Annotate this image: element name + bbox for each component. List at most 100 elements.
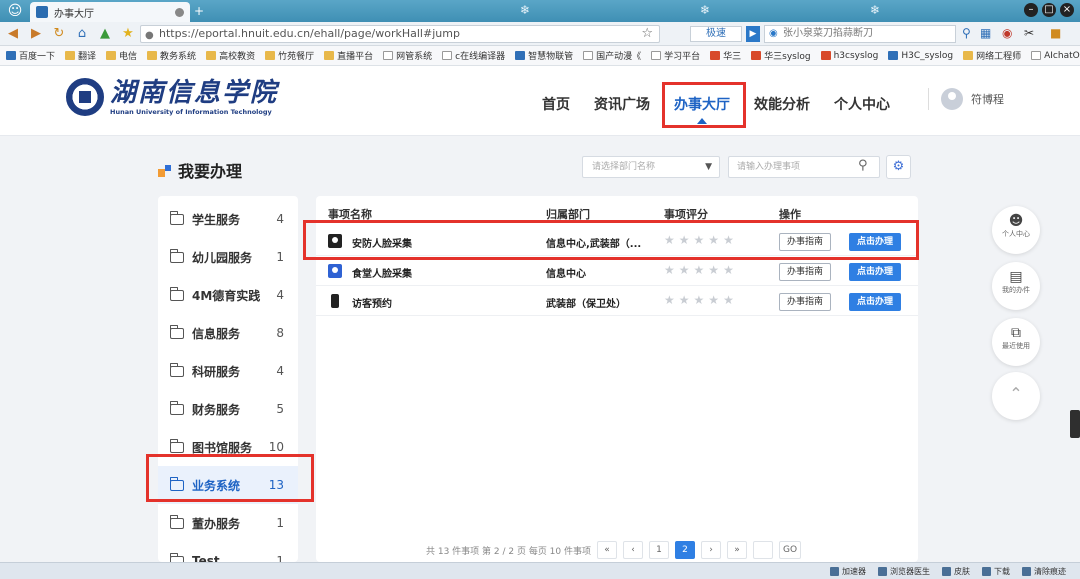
bookmark-item[interactable]: 竹苑餐厅	[265, 49, 314, 62]
rail-personal-center[interactable]: ☻ 个人中心	[992, 206, 1040, 254]
bookmark-item[interactable]: 华三syslog	[751, 49, 811, 62]
bookmark-item[interactable]: 网管系统	[383, 49, 432, 62]
home-icon[interactable]: ⌂	[73, 25, 91, 43]
bookmark-item[interactable]: 翻译	[65, 49, 96, 62]
rail-recent[interactable]: ⧉ 最近使用	[992, 318, 1040, 366]
folder-icon	[170, 438, 184, 453]
nav-personal-center[interactable]: 个人中心	[822, 88, 902, 120]
address-input[interactable]: ● https://eportal.hnuit.edu.cn/ehall/pag…	[140, 25, 660, 43]
user-profile[interactable]: 符博程	[928, 88, 1004, 110]
star-icon[interactable]: ★	[119, 25, 137, 43]
page-2-button[interactable]: 2	[675, 541, 695, 559]
search-icon[interactable]: ⚲	[858, 159, 872, 173]
status-item[interactable]: 清除痕迹	[1022, 566, 1066, 577]
sidebar-item[interactable]: 学生服务 4	[158, 200, 298, 238]
bookmark-item[interactable]: 教务系统	[147, 49, 196, 62]
matter-department: 信息中心	[546, 269, 586, 280]
sidebar-item[interactable]: Test 1	[158, 542, 298, 562]
bookmark-item[interactable]: 国产动漫《	[583, 49, 641, 62]
sidebar-item[interactable]: 财务服务 5	[158, 390, 298, 428]
back-icon[interactable]: ◀	[4, 25, 22, 43]
search-icon[interactable]: ⚲	[962, 26, 971, 40]
bookmark-item[interactable]: h3csyslog	[820, 50, 879, 61]
chevron-down-icon: ▼	[705, 162, 712, 172]
status-item[interactable]: 加速器	[830, 566, 866, 577]
filter-icon[interactable]: ⚙	[886, 155, 911, 179]
bookmark-folder-icon	[583, 51, 594, 60]
user-account-icon[interactable]: ☺	[6, 2, 24, 20]
close-window-icon[interactable]: ×	[1060, 3, 1074, 17]
status-item[interactable]: 下载	[982, 566, 1010, 577]
new-tab-icon[interactable]: +	[194, 4, 204, 18]
close-tab-icon[interactable]	[175, 7, 184, 17]
forward-icon[interactable]: ▶	[27, 25, 45, 43]
rating-star-icon: ★	[723, 293, 738, 307]
bookmark-item[interactable]: 学习平台	[651, 49, 700, 62]
prev-page-button[interactable]: ‹	[623, 541, 643, 559]
apps-grid-icon[interactable]: ▦	[980, 26, 991, 40]
minimize-icon[interactable]: –	[1024, 3, 1038, 17]
page-jump-input[interactable]	[753, 541, 773, 559]
bookmark-item[interactable]: AIchatOS	[1031, 51, 1080, 61]
scissors-icon[interactable]: ✂	[1024, 26, 1034, 40]
extension-icon[interactable]: ■	[1050, 26, 1061, 40]
sidebar-item[interactable]: 幼儿园服务 1	[158, 238, 298, 276]
sidebar-item[interactable]: 科研服务 4	[158, 352, 298, 390]
status-item[interactable]: 浏览器医生	[878, 566, 930, 577]
bookmark-item[interactable]: 百度一下	[6, 49, 55, 62]
tree-icon[interactable]: ▲	[96, 25, 114, 43]
page-1-button[interactable]: 1	[649, 541, 669, 559]
sidebar-item-label: 幼儿园服务	[192, 250, 253, 265]
maximize-icon[interactable]: □	[1042, 3, 1056, 17]
sidebar-item[interactable]: 4M德育实践 4	[158, 276, 298, 314]
rating-star-icon: ★	[678, 263, 694, 277]
refresh-icon[interactable]: ↻	[50, 25, 68, 43]
bookmark-folder-icon	[751, 51, 762, 60]
status-item[interactable]: 皮肤	[942, 566, 970, 577]
handle-button[interactable]: 点击办理	[849, 263, 901, 281]
bookmark-item[interactable]: 电信	[106, 49, 137, 62]
last-page-button[interactable]: »	[727, 541, 747, 559]
matter-search-input[interactable]: 请输入办理事项 ⚲	[728, 156, 880, 178]
go-button[interactable]: GO	[779, 541, 801, 559]
back-to-top-button[interactable]: ⌃	[992, 372, 1040, 420]
school-seal-icon	[66, 78, 104, 116]
next-page-button[interactable]: ›	[701, 541, 721, 559]
bookmark-item[interactable]: 网络工程师	[963, 49, 1021, 62]
matter-name[interactable]: 访客预约	[352, 295, 392, 310]
school-logo[interactable]: 湖南信息学院 Hunan University of Information T…	[66, 78, 278, 116]
nav-news[interactable]: 资讯广场	[582, 88, 662, 120]
browser-tab[interactable]: 办事大厅	[30, 2, 190, 22]
handle-button[interactable]: 点击办理	[849, 293, 901, 311]
bookmark-item[interactable]: 高校教资	[206, 49, 255, 62]
bookmark-star-icon[interactable]: ☆	[641, 26, 653, 42]
gamepad-icon[interactable]: ◉	[1002, 26, 1012, 40]
bookmark-item[interactable]: c在线编译器	[442, 49, 505, 62]
bookmark-folder-icon	[442, 51, 453, 60]
bookmark-label: 高校教资	[219, 52, 256, 62]
bookmark-item[interactable]: 直播平台	[324, 49, 373, 62]
sidebar-item-label: 董办服务	[192, 516, 241, 531]
speed-mode-button[interactable]: 极速	[690, 26, 742, 42]
sidebar-item[interactable]: 信息服务 8	[158, 314, 298, 352]
play-icon[interactable]: ▶	[746, 26, 760, 42]
sidebar-item[interactable]: 董办服务 1	[158, 504, 298, 542]
side-panel-handle[interactable]	[1070, 410, 1080, 438]
department-select[interactable]: 请选择部门名称 ▼	[582, 156, 720, 178]
folder-icon	[170, 400, 184, 415]
browser-search-input[interactable]: ◉ 张小泉菜刀掐蒜断刀	[764, 25, 956, 43]
bookmark-folder-icon	[651, 51, 662, 60]
bookmark-label: h3csyslog	[833, 50, 879, 61]
first-page-button[interactable]: «	[597, 541, 617, 559]
bookmark-item[interactable]: H3C_syslog	[888, 51, 953, 61]
snowflake-icon: ❄	[700, 3, 711, 17]
matter-rating: ★★★★★	[664, 293, 738, 307]
nav-home[interactable]: 首页	[530, 88, 582, 120]
guide-button[interactable]: 办事指南	[779, 293, 831, 311]
guide-button[interactable]: 办事指南	[779, 263, 831, 281]
bookmark-item[interactable]: 华三	[710, 49, 741, 62]
rail-my-items[interactable]: ▤ 我的办件	[992, 262, 1040, 310]
nav-efficiency[interactable]: 效能分析	[742, 88, 822, 120]
matter-name[interactable]: 食堂人脸采集	[352, 265, 412, 280]
bookmark-item[interactable]: 智慧物联管	[515, 49, 573, 62]
